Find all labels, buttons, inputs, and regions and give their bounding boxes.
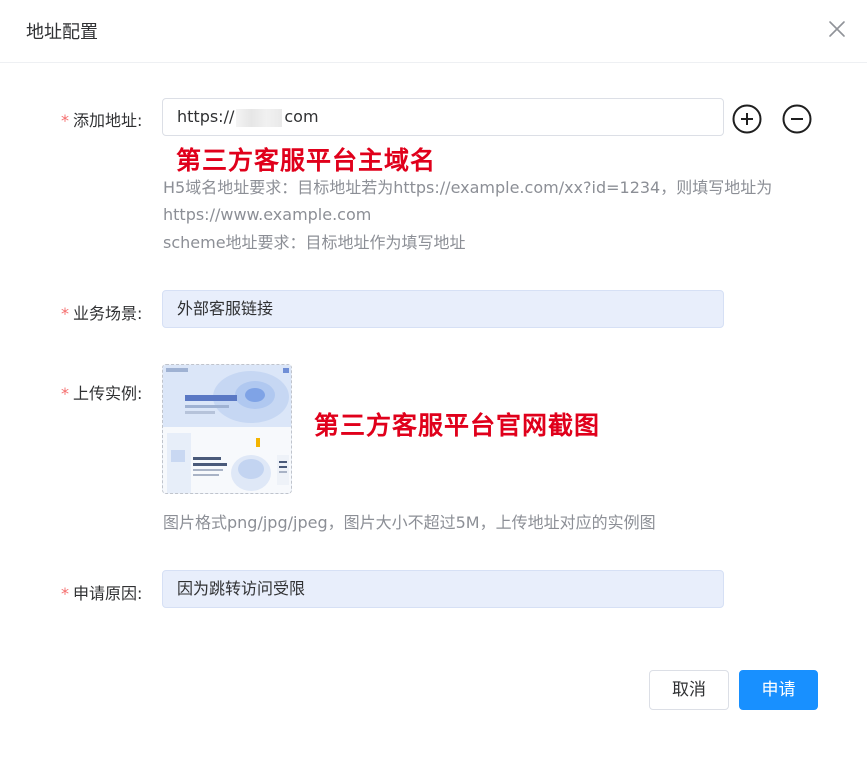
dialog-header: 地址配置 [0,0,867,63]
required-mark: * [61,384,69,403]
required-mark: * [61,584,69,603]
example-image-upload[interactable] [162,364,292,494]
minus-circle-icon[interactable] [782,104,812,134]
cancel-button[interactable]: 取消 [649,670,729,710]
scene-input[interactable]: 外部客服链接 [162,290,724,328]
address-label: * 添加地址: [61,111,143,130]
scene-label: * 业务场景: [61,304,143,323]
plus-circle-icon[interactable] [732,104,762,134]
required-mark: * [61,111,69,130]
dialog-title: 地址配置 [26,22,98,43]
address-hint-line-2: https://www.example.com [163,205,372,224]
example-thumbnail-image [163,365,291,493]
address-input[interactable]: https:// com [162,98,724,136]
upload-hint: 图片格式png/jpg/jpeg，图片大小不超过5M，上传地址对应的实例图 [163,513,656,532]
address-hint-line-3: scheme地址要求：目标地址作为填写地址 [163,233,466,252]
address-value-suffix: com [284,107,319,126]
reason-label: * 申请原因: [61,584,143,603]
reason-input[interactable]: 因为跳转访问受限 [162,570,724,608]
example-label: * 上传实例: [61,384,143,403]
submit-button[interactable]: 申请 [739,670,818,710]
annotation-screenshot: 第三方客服平台官网截图 [314,411,601,440]
address-hint-line-1: H5域名地址要求：目标地址若为https://example.com/xx?id… [163,178,773,197]
redacted-mask [236,108,283,127]
annotation-domain: 第三方客服平台主域名 [176,146,437,175]
address-config-dialog: 地址配置 * 添加地址: https:// com 第三方客服平台主域名 H5域名地… [0,0,867,759]
required-mark: * [61,304,69,323]
address-value-prefix: https:// [177,107,235,126]
close-icon[interactable] [826,18,848,40]
